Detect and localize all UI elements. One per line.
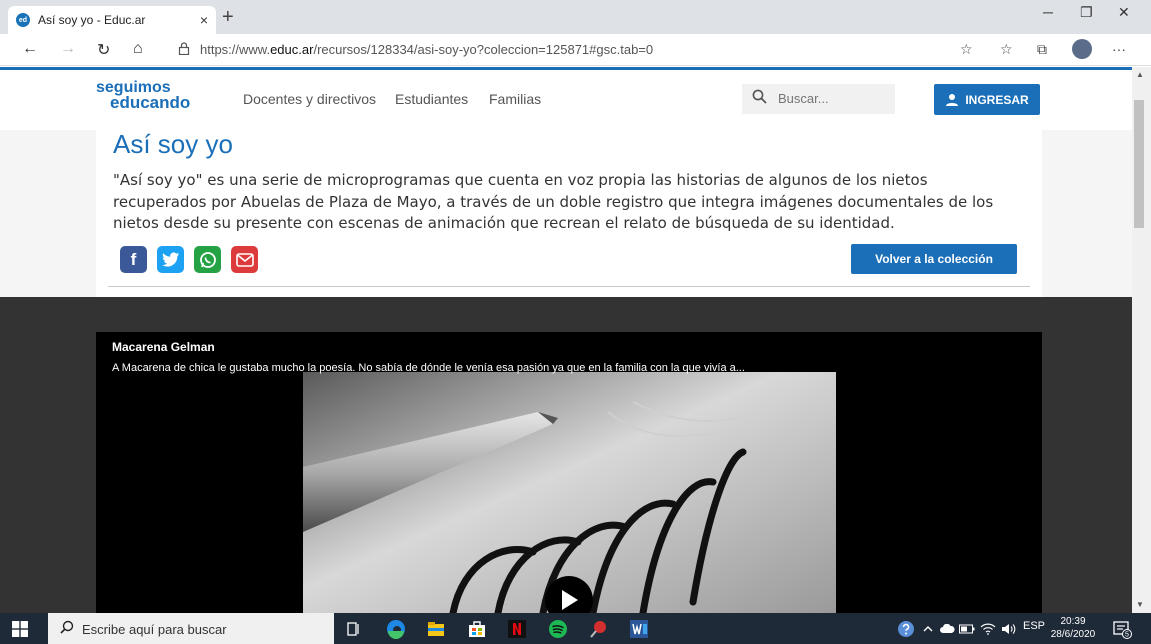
file-explorer-icon[interactable]: [424, 617, 448, 641]
help-icon[interactable]: [894, 617, 918, 641]
scroll-up-icon[interactable]: ▲: [1136, 70, 1144, 79]
whatsapp-share-icon[interactable]: [194, 246, 221, 273]
back-to-collection-button[interactable]: Volver a la colección: [851, 244, 1017, 274]
store-icon[interactable]: [465, 617, 489, 641]
taskbar-search-icon: [60, 620, 74, 637]
user-icon: [946, 93, 959, 106]
browser-tab-bar: ed Así soy yo - Educ.ar × + ─ ❐ ✕: [0, 0, 1151, 34]
url-prefix: https://www.: [200, 42, 271, 57]
screen: ed Así soy yo - Educ.ar × + ─ ❐ ✕ ← → ↻ …: [0, 0, 1151, 644]
more-menu-icon[interactable]: ···: [1112, 41, 1126, 57]
page-title: Así soy yo: [113, 129, 233, 159]
scroll-down-icon[interactable]: ▼: [1136, 600, 1144, 609]
refresh-icon[interactable]: ↻: [97, 40, 110, 60]
home-icon[interactable]: ⌂: [133, 40, 143, 58]
email-share-icon[interactable]: [231, 246, 258, 273]
favorites-list-icon[interactable]: ☆: [1000, 41, 1013, 58]
logo-line2: educando: [110, 93, 191, 112]
edge-browser-icon[interactable]: [384, 617, 408, 641]
windows-start-icon[interactable]: [12, 621, 28, 637]
restore-icon[interactable]: ❐: [1080, 4, 1093, 21]
browser-tab[interactable]: ed Así soy yo - Educ.ar ×: [8, 6, 216, 34]
scrollbar-thumb[interactable]: [1134, 100, 1144, 228]
collections-icon[interactable]: ⧉: [1037, 41, 1047, 58]
spotify-icon[interactable]: [546, 617, 570, 641]
clock-date: 28/6/2020: [1050, 629, 1096, 640]
site-header: seguimos educando Docentes y directivos …: [0, 70, 1132, 130]
forward-icon[interactable]: →: [60, 40, 76, 58]
profile-avatar[interactable]: [1072, 39, 1092, 59]
minimize-icon[interactable]: ─: [1043, 4, 1053, 20]
site-logo[interactable]: seguimos educando: [96, 80, 191, 112]
language-indicator[interactable]: ESP: [1023, 620, 1045, 632]
nav-docentes[interactable]: Docentes y directivos: [243, 91, 376, 107]
volume-icon[interactable]: [997, 617, 1021, 641]
tab-close-icon[interactable]: ×: [200, 12, 208, 28]
new-tab-icon[interactable]: +: [222, 6, 234, 28]
divider: [108, 286, 1030, 287]
back-icon[interactable]: ←: [22, 40, 38, 58]
notification-count: 5: [1125, 632, 1129, 639]
notification-icon[interactable]: 5: [1110, 617, 1134, 641]
clock-time: 20:39: [1060, 616, 1086, 627]
educar-favicon-icon: ed: [16, 13, 30, 27]
twitter-share-icon[interactable]: [157, 246, 184, 273]
close-window-icon[interactable]: ✕: [1118, 4, 1130, 21]
search-icon[interactable]: [752, 89, 767, 109]
address-bar: ← → ↻ ⌂ https://www.educ.ar/recursos/128…: [0, 34, 1151, 66]
word-icon[interactable]: [627, 617, 651, 641]
tab-title: Así soy yo - Educ.ar: [38, 13, 146, 27]
login-label: INGRESAR: [965, 92, 1029, 107]
url-field[interactable]: https://www.educ.ar/recursos/128334/asi-…: [200, 42, 653, 57]
login-button[interactable]: INGRESAR: [934, 84, 1040, 115]
pushpin-app-icon[interactable]: [587, 617, 611, 641]
video-description: A Macarena de chica le gustaba mucho la …: [112, 362, 745, 374]
task-view-icon[interactable]: [342, 617, 366, 641]
lock-icon: [178, 42, 190, 58]
taskbar-search-text: Escribe aquí para buscar: [82, 622, 227, 637]
video-player[interactable]: Macarena Gelman A Macarena de chica le g…: [96, 332, 1042, 613]
url-path: /recursos/128334/asi-soy-yo?coleccion=12…: [313, 42, 654, 57]
video-title: Macarena Gelman: [112, 340, 215, 354]
url-domain: educ.ar: [270, 42, 314, 57]
netflix-icon[interactable]: [505, 617, 529, 641]
facebook-glyph: f: [130, 249, 137, 269]
nav-familias[interactable]: Familias: [489, 91, 541, 107]
play-icon: [562, 590, 578, 610]
search-input[interactable]: [778, 91, 888, 106]
taskbar-clock[interactable]: 20:39 28/6/2020: [1048, 615, 1098, 641]
facebook-share-icon[interactable]: f: [120, 246, 147, 273]
favorite-star-icon[interactable]: ☆: [960, 41, 973, 58]
resource-description: "Así soy yo" es una serie de microprogra…: [113, 171, 994, 232]
nav-estudiantes[interactable]: Estudiantes: [395, 91, 468, 107]
